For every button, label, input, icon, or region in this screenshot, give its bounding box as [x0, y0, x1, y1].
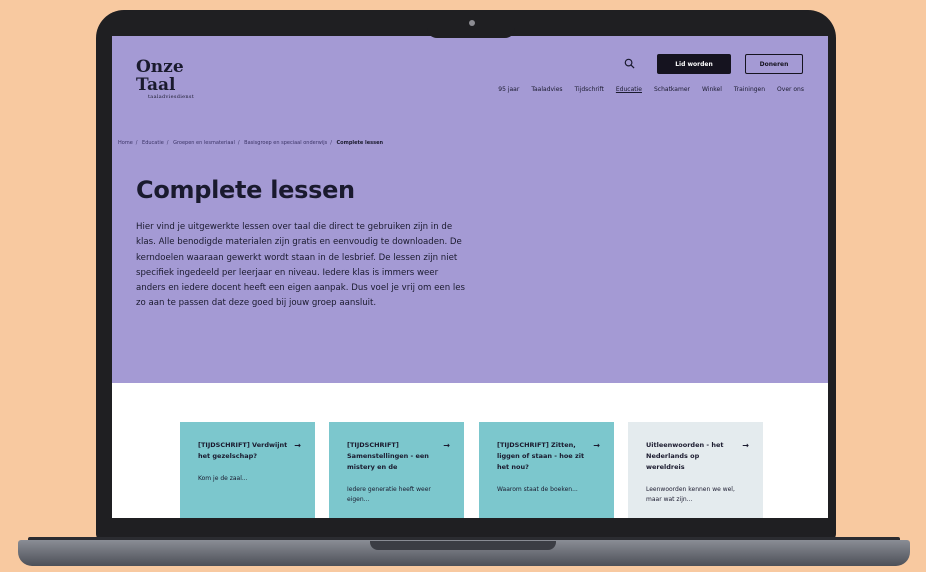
breadcrumb-item[interactable]: Educatie [142, 140, 164, 146]
nav-item-taaladvies[interactable]: Taaladvies [531, 86, 562, 93]
camera-notch [427, 12, 515, 38]
search-icon[interactable] [624, 58, 635, 69]
breadcrumb-item[interactable]: Basisgroep en speciaal onderwijs [244, 140, 327, 146]
logo-tagline: taaladviesdienst [148, 94, 195, 100]
breadcrumb-current: Complete lessen [336, 140, 384, 146]
card-description: Waarom staat de boeken... [497, 486, 578, 493]
card-description: Kom je de zaal... [198, 475, 248, 482]
breadcrumb-item[interactable]: Home [118, 140, 133, 146]
nav-item-over-ons[interactable]: Over ons [777, 86, 804, 93]
breadcrumb-item[interactable]: Groepen en lesmateriaal [173, 140, 235, 146]
main-nav: 95 jaar Taaladvies Tijdschrift Educatie … [498, 86, 804, 93]
camera-icon [469, 20, 475, 26]
arrow-right-icon: → [593, 441, 600, 450]
site-logo[interactable]: Onze Taal taaladviesdienst [136, 58, 194, 100]
laptop-groove [370, 541, 556, 550]
lesson-card[interactable]: [TIJDSCHRIFT] Samenstellingen - een mist… [329, 422, 464, 518]
page-title: Complete lessen [136, 176, 355, 204]
nav-item-95-jaar[interactable]: 95 jaar [498, 86, 519, 93]
card-description: Iedere generatie heeft weer eigen... [347, 486, 431, 503]
card-title: [TIJDSCHRIFT] Samenstellingen - een mist… [347, 441, 429, 471]
card-title: [TIJDSCHRIFT] Zitten, liggen of staan - … [497, 441, 585, 471]
lesson-card[interactable]: [TIJDSCHRIFT] Zitten, liggen of staan - … [479, 422, 614, 518]
donate-button[interactable]: Doneren [745, 54, 803, 74]
lesson-card[interactable]: Uitleenwoorden - het Nederlands op werel… [628, 422, 763, 518]
breadcrumb: Home / Educatie / Groepen en lesmateriaal /… [118, 140, 384, 146]
intro-text: Hier vind je uitgewerkte lessen over taa… [136, 222, 466, 309]
logo-line2: Taal [136, 75, 176, 95]
nav-item-trainingen[interactable]: Trainingen [734, 86, 765, 93]
card-title: Uitleenwoorden - het Nederlands op werel… [646, 441, 724, 471]
logo-line1: Onze [136, 57, 184, 77]
nav-item-tijdschrift[interactable]: Tijdschrift [575, 86, 604, 93]
nav-item-winkel[interactable]: Winkel [702, 86, 722, 93]
arrow-right-icon: → [742, 441, 749, 450]
card-description: Leenwoorden kennen we wel, maar wat zijn… [646, 486, 735, 503]
screen: Onze Taal taaladviesdienst Lid worden Do… [112, 36, 828, 518]
lesson-card[interactable]: [TIJDSCHRIFT] Verdwijnt het gezelschap? →… [180, 422, 315, 518]
arrow-right-icon: → [294, 441, 301, 450]
card-title: [TIJDSCHRIFT] Verdwijnt het gezelschap? [198, 441, 288, 460]
hero-section: Onze Taal taaladviesdienst Lid worden Do… [112, 36, 828, 383]
nav-item-educatie[interactable]: Educatie [616, 86, 642, 93]
member-button[interactable]: Lid worden [657, 54, 731, 74]
arrow-right-icon: → [443, 441, 450, 450]
nav-item-schatkamer[interactable]: Schatkamer [654, 86, 690, 93]
